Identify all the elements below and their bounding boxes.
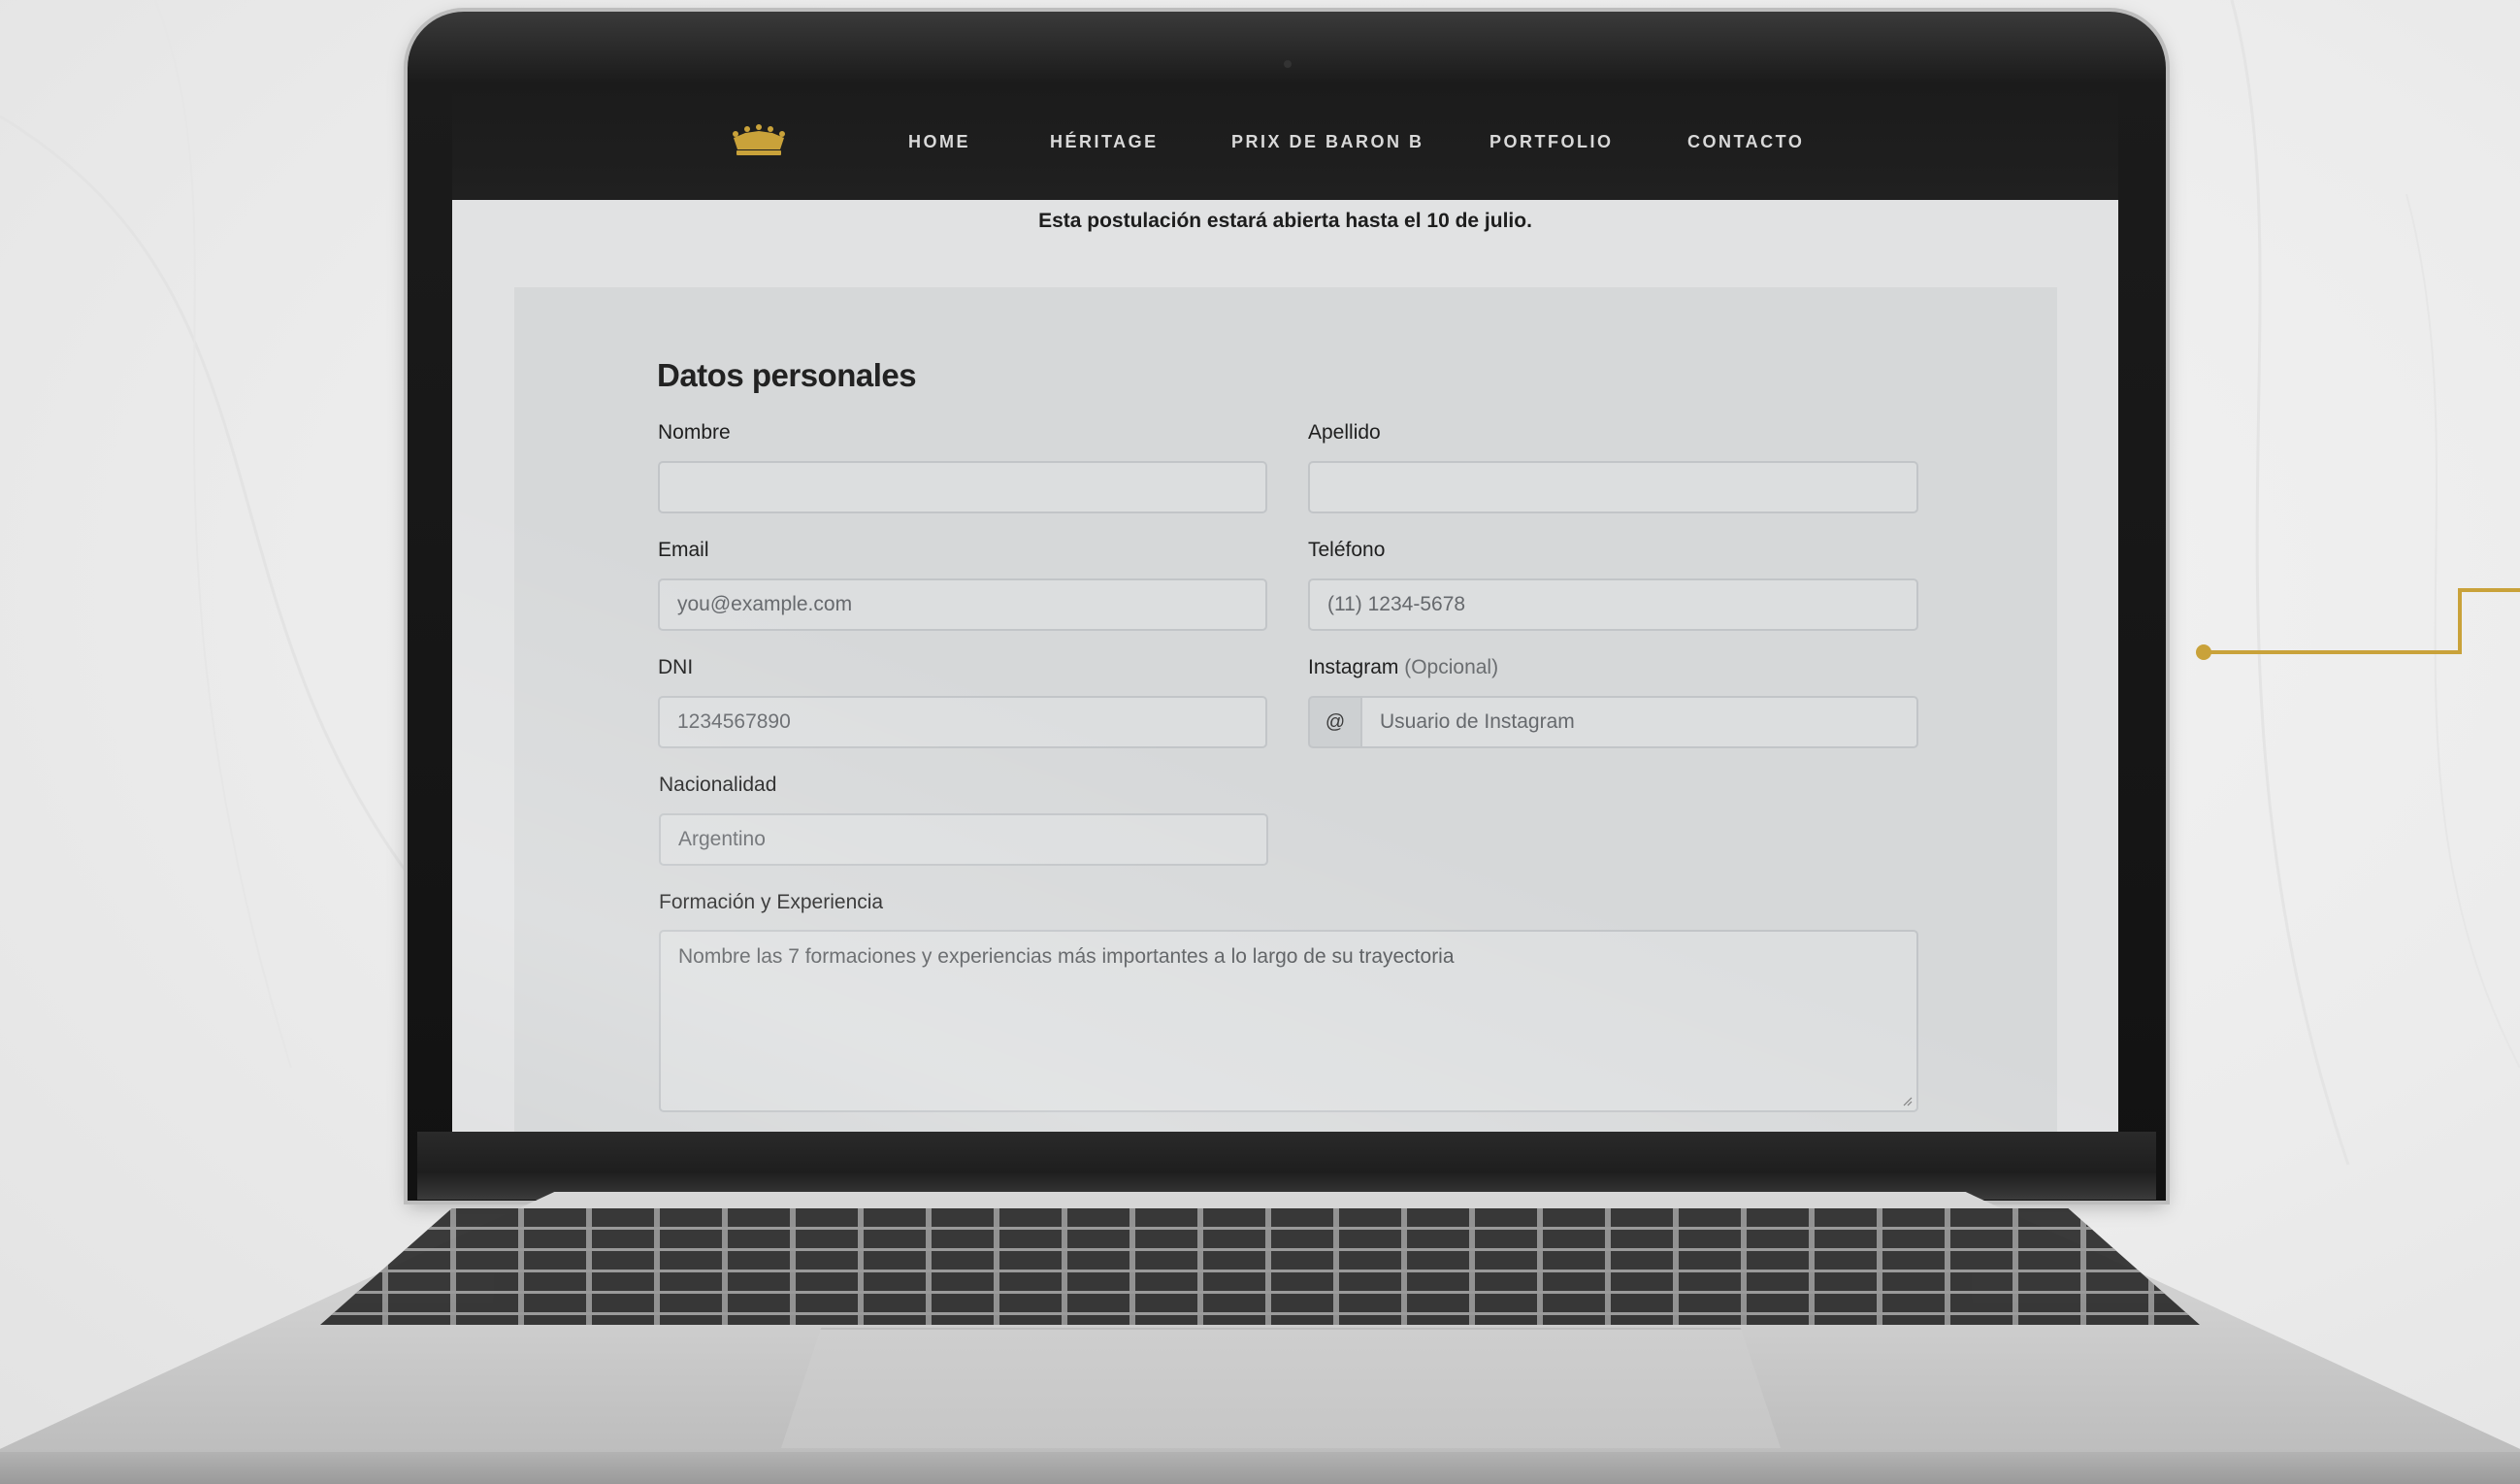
- crown-icon[interactable]: [730, 124, 788, 157]
- at-sign-icon: @: [1308, 696, 1362, 748]
- camera-icon: [1284, 60, 1292, 68]
- instagram-label: Instagram (Opcional): [1308, 656, 1498, 679]
- nav-contacto[interactable]: CONTACTO: [1687, 132, 1804, 152]
- nav-home[interactable]: HOME: [908, 132, 970, 152]
- email-label: Email: [658, 539, 709, 561]
- telefono-label: Teléfono: [1308, 539, 1386, 561]
- laptop-hinge: [417, 1132, 2156, 1200]
- laptop-front-edge: [0, 1452, 2520, 1484]
- formacion-label: Formación y Experiencia: [659, 891, 884, 913]
- apellido-label: Apellido: [1308, 421, 1381, 444]
- trackpad: [781, 1328, 1781, 1448]
- site-navbar: HOME HÉRITAGE PRIX DE BARON B PORTFOLIO …: [452, 85, 2118, 200]
- instagram-input[interactable]: Usuario de Instagram: [1360, 696, 1918, 748]
- instagram-label-text: Instagram: [1308, 656, 1399, 678]
- form-section-title: Datos personales: [657, 357, 917, 393]
- nacionalidad-label: Nacionalidad: [659, 774, 777, 796]
- application-deadline-notice: Esta postulación estará abierta hasta el…: [1038, 210, 1532, 232]
- telefono-input[interactable]: (11) 1234-5678: [1308, 578, 1918, 631]
- nav-prix-de-baron-b[interactable]: PRIX DE BARON B: [1231, 132, 1424, 152]
- nombre-label: Nombre: [658, 421, 731, 444]
- nacionalidad-input[interactable]: Argentino: [659, 813, 1268, 866]
- nav-heritage[interactable]: HÉRITAGE: [1050, 132, 1159, 152]
- resize-handle-icon[interactable]: [1903, 1097, 1913, 1106]
- callout-line-icon: [2196, 588, 2520, 660]
- dni-label: DNI: [658, 656, 694, 678]
- keyboard-rows: [320, 1208, 2200, 1325]
- formacion-placeholder: Nombre las 7 formaciones y experiencias …: [678, 945, 1455, 968]
- email-input[interactable]: you@example.com: [658, 578, 1267, 631]
- dni-input[interactable]: 1234567890: [658, 696, 1267, 748]
- instagram-optional-hint: (Opcional): [1404, 656, 1499, 678]
- formacion-textarea[interactable]: Nombre las 7 formaciones y experiencias …: [659, 930, 1918, 1112]
- apellido-input[interactable]: [1308, 461, 1918, 513]
- nombre-input[interactable]: [658, 461, 1267, 513]
- laptop-screen: HOME HÉRITAGE PRIX DE BARON B PORTFOLIO …: [452, 85, 2118, 1132]
- nav-portfolio[interactable]: PORTFOLIO: [1489, 132, 1614, 152]
